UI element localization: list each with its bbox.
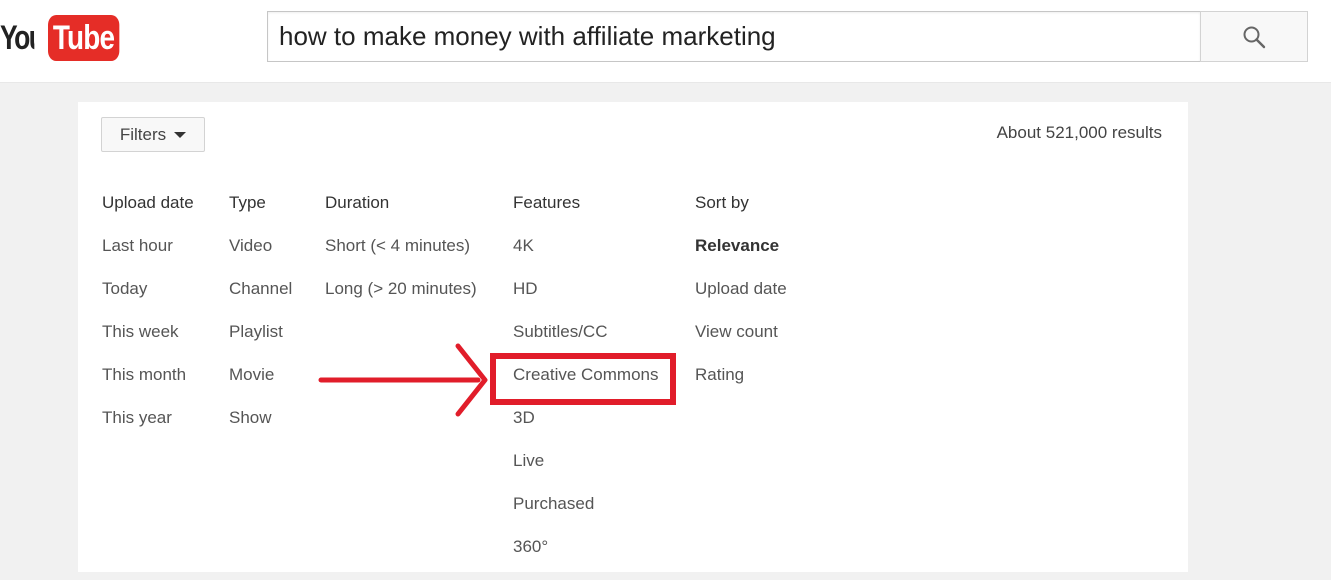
filters-button-label: Filters	[119, 124, 167, 144]
filter-column-upload-date: Upload date Last hour Today This week Th…	[102, 193, 194, 451]
filter-playlist[interactable]: Playlist	[229, 322, 292, 365]
filter-this-week[interactable]: This week	[102, 322, 194, 365]
filter-this-year[interactable]: This year	[102, 408, 194, 451]
filter-video[interactable]: Video	[229, 236, 292, 279]
filter-purchased[interactable]: Purchased	[513, 494, 659, 537]
filter-short[interactable]: Short (< 4 minutes)	[325, 236, 477, 279]
filter-channel[interactable]: Channel	[229, 279, 292, 322]
filter-show[interactable]: Show	[229, 408, 292, 451]
results-count: About 521,000 results	[996, 123, 1162, 142]
filter-4k[interactable]: 4K	[513, 236, 659, 279]
sort-relevance[interactable]: Relevance	[695, 236, 787, 279]
filter-last-hour[interactable]: Last hour	[102, 236, 194, 279]
sort-rating[interactable]: Rating	[695, 365, 787, 408]
filter-3d[interactable]: 3D	[513, 408, 659, 451]
top-bar: You Tube how to make money with affiliat…	[0, 0, 1331, 83]
filter-movie[interactable]: Movie	[229, 365, 292, 408]
filter-column-duration: Duration Short (< 4 minutes) Long (> 20 …	[325, 193, 477, 322]
search-icon	[1243, 26, 1266, 48]
filters-panel: Filters About 521,000 results Upload dat…	[78, 102, 1188, 572]
filter-column-type: Type Video Channel Playlist Movie Show	[229, 193, 292, 451]
column-heading: Features	[513, 193, 581, 212]
column-heading: Type	[229, 193, 266, 212]
filter-hd[interactable]: HD	[513, 279, 659, 322]
arrow-right-icon	[318, 343, 488, 417]
logo-tube-text: Tube	[48, 15, 120, 61]
filter-360[interactable]: 360°	[513, 537, 659, 580]
filters-button[interactable]: Filters	[101, 117, 205, 152]
filter-long[interactable]: Long (> 20 minutes)	[325, 279, 477, 322]
column-heading: Duration	[325, 193, 390, 212]
column-heading: Sort by	[695, 193, 749, 212]
highlight-rectangle	[490, 353, 676, 405]
filter-this-month[interactable]: This month	[102, 365, 194, 408]
logo-you-text: You	[0, 18, 34, 57]
filter-today[interactable]: Today	[102, 279, 194, 322]
column-heading: Upload date	[102, 193, 194, 212]
search-input[interactable]: how to make money with affiliate marketi…	[267, 11, 1201, 62]
filter-live[interactable]: Live	[513, 451, 659, 494]
search-button[interactable]	[1200, 11, 1308, 62]
sort-view-count[interactable]: View count	[695, 322, 787, 365]
caret-down-icon	[174, 131, 187, 138]
filter-column-sort-by: Sort by Relevance Upload date View count…	[695, 193, 787, 408]
youtube-logo[interactable]: You Tube	[0, 14, 135, 62]
sort-upload-date[interactable]: Upload date	[695, 279, 787, 322]
